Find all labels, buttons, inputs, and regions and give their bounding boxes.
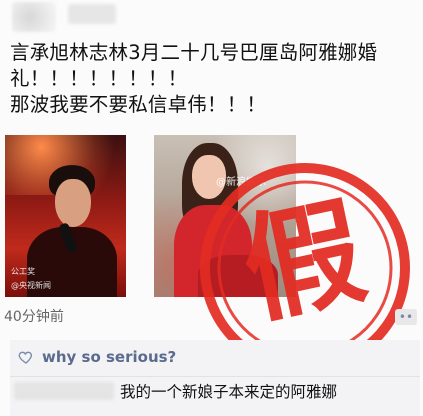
comment-text: 我的一个新娘子本来定的阿雅娜 [120,383,338,401]
image-watermark: @央视新闻 [11,281,51,290]
post-header [0,0,423,40]
stamp-character: 假 [231,181,375,341]
liker-name[interactable]: why so serious? [42,348,176,366]
post-line-1: 言承旭林志林3月二十几号巴厘岛阿雅娜婚 [10,41,378,64]
singer-face [55,179,91,227]
image-caption: 公工奖 [11,267,35,276]
interactions-panel: why so serious? 我的一个新娘子本来定的阿雅娜 [10,340,420,416]
post-image-left[interactable]: 公工奖 @央视新闻 [5,135,126,297]
more-icon[interactable]: •• [395,309,417,325]
post-timestamp: 40分钟前 [4,309,64,325]
user-avatar[interactable] [12,2,56,32]
comment-author-blurred[interactable] [14,382,114,400]
username-blurred[interactable] [68,4,116,24]
divider [10,376,420,377]
heart-icon[interactable] [18,349,34,365]
post-body: 言承旭林志林3月二十几号巴厘岛阿雅娜婚 礼！！！！！！！！ 那波我要不要私信卓伟… [10,40,415,118]
post-line-3: 那波我要不要私信卓伟！！！ [10,93,267,116]
post-line-2: 礼！！！！！！！！ [10,67,188,90]
likes-row: why so serious? [18,348,176,366]
weibo-post-screen: 言承旭林志林3月二十几号巴厘岛阿雅娜婚 礼！！！！！！！！ 那波我要不要私信卓伟… [0,0,423,416]
comment-item: 我的一个新娘子本来定的阿雅娜 [14,378,337,402]
